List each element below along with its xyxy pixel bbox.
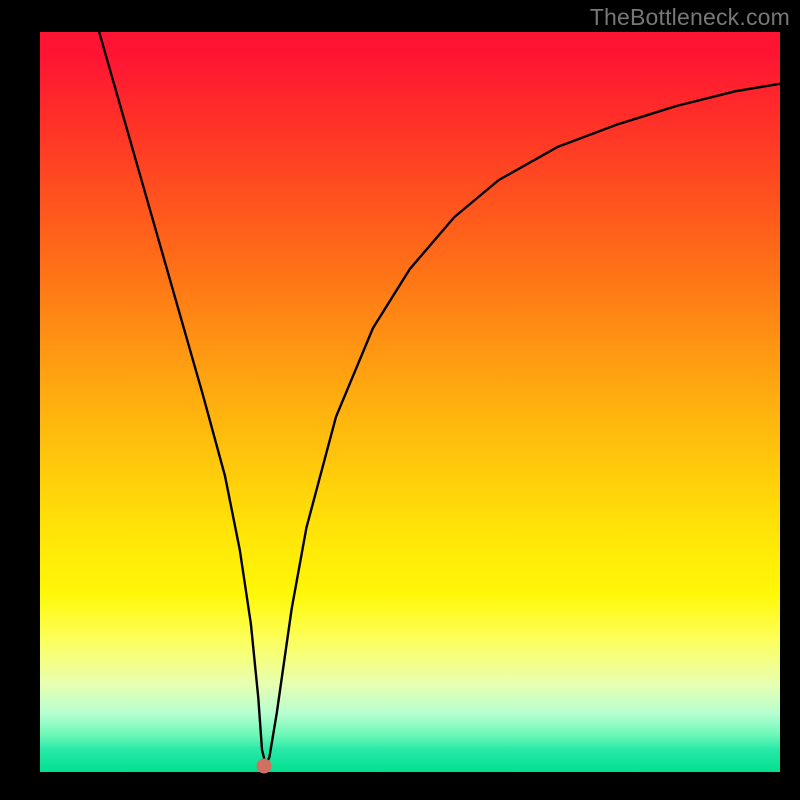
bottleneck-curve: [99, 32, 780, 765]
watermark-text: TheBottleneck.com: [590, 4, 790, 31]
plot-area: [40, 32, 780, 772]
curve-svg: [40, 32, 780, 772]
min-point-marker: [257, 759, 272, 774]
chart-frame: TheBottleneck.com: [0, 0, 800, 800]
